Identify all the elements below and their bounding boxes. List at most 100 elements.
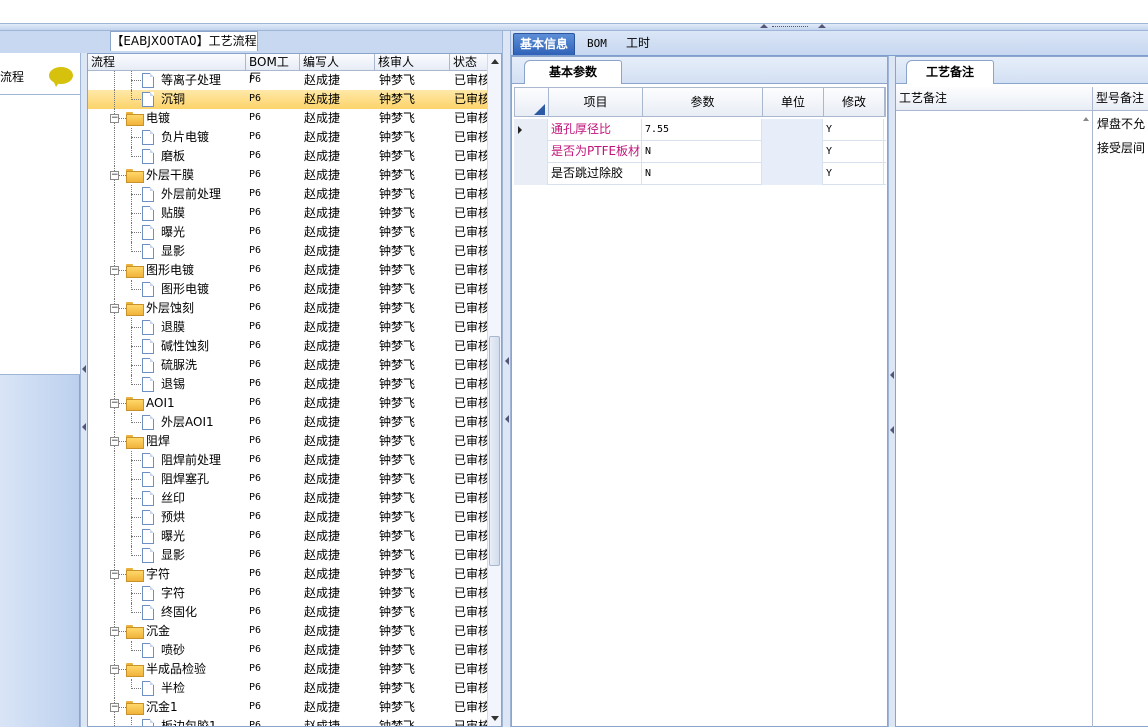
tree-row[interactable]: 字符 P6 赵成捷 钟梦飞 已审核	[88, 584, 488, 603]
tab-basic-info[interactable]: 基本信息	[513, 33, 576, 55]
tab-work-hours[interactable]: 工时	[620, 33, 656, 55]
collapse-toggle-icon[interactable]: −	[110, 627, 119, 636]
collapse-toggle-icon[interactable]: −	[110, 437, 119, 446]
tree-row[interactable]: 阻焊前处理 P6 赵成捷 钟梦飞 已审核	[88, 451, 488, 470]
param-modify-cell[interactable]: Y	[823, 163, 884, 185]
col-header-param[interactable]: 参数	[643, 88, 763, 117]
collapse-toggle-icon[interactable]: −	[110, 570, 119, 579]
tree-row[interactable]: 负片电镀 P6 赵成捷 钟梦飞 已审核	[88, 128, 488, 147]
collapse-left-icon[interactable]	[82, 423, 86, 431]
collapse-toggle-icon[interactable]: −	[110, 114, 119, 123]
col-header-status[interactable]: 状态	[450, 54, 488, 71]
collapse-toggle-icon[interactable]: −	[110, 703, 119, 712]
scroll-up-icon[interactable]	[491, 59, 499, 64]
col-header-process[interactable]: 流程	[88, 54, 246, 71]
param-item-cell[interactable]: 是否为PTFE板材	[548, 141, 642, 163]
tree-row[interactable]: − 沉金 P6 赵成捷 钟梦飞 已审核	[88, 622, 488, 641]
tree-row[interactable]: 显影 P6 赵成捷 钟梦飞 已审核	[88, 546, 488, 565]
param-value-cell[interactable]: N	[642, 163, 762, 185]
tree-row[interactable]: 退膜 P6 赵成捷 钟梦飞 已审核	[88, 318, 488, 337]
tree-row[interactable]: 预烘 P6 赵成捷 钟梦飞 已审核	[88, 508, 488, 527]
col-header-reviewer[interactable]: 核审人	[375, 54, 450, 71]
tree-row[interactable]: 曝光 P6 赵成捷 钟梦飞 已审核	[88, 223, 488, 242]
tree-row[interactable]: − 字符 P6 赵成捷 钟梦飞 已审核	[88, 565, 488, 584]
current-row-indicator-icon[interactable]	[514, 119, 548, 141]
scroll-up-icon[interactable]	[1083, 117, 1089, 121]
param-value-cell[interactable]: 7.55	[642, 119, 762, 141]
param-row[interactable]: 是否跳过除胶 N Y	[514, 163, 886, 185]
collapse-left-icon[interactable]	[505, 415, 509, 423]
collapse-toggle-icon[interactable]: −	[110, 399, 119, 408]
tree-row[interactable]: − 外层蚀刻 P6 赵成捷 钟梦飞 已审核	[88, 299, 488, 318]
collapse-toggle-icon[interactable]: −	[110, 665, 119, 674]
tree-row[interactable]: 终固化 P6 赵成捷 钟梦飞 已审核	[88, 603, 488, 622]
param-row[interactable]: 是否为PTFE板材 N Y	[514, 141, 886, 163]
param-modify-cell[interactable]: Y	[823, 141, 884, 163]
tree-row[interactable]: 显影 P6 赵成捷 钟梦飞 已审核	[88, 242, 488, 261]
nav-item-process[interactable]: 流程	[0, 53, 80, 95]
param-item-cell[interactable]: 通孔厚径比	[548, 119, 642, 141]
tree-row[interactable]: − 半成品检验 P6 赵成捷 钟梦飞 已审核	[88, 660, 488, 679]
scroll-down-icon[interactable]	[491, 716, 499, 721]
right-splitter[interactable]	[888, 56, 895, 727]
tab-process-remarks[interactable]: 工艺备注	[906, 60, 994, 84]
param-value-cell[interactable]: N	[642, 141, 762, 163]
tree-row[interactable]: 沉铜 P6 赵成捷 钟梦飞 已审核	[88, 90, 488, 109]
tree-row[interactable]: 曝光 P6 赵成捷 钟梦飞 已审核	[88, 527, 488, 546]
reviewer-cell: 钟梦飞	[379, 377, 416, 391]
col-header-item[interactable]: 项目	[549, 88, 643, 117]
col-header-modify[interactable]: 修改	[824, 88, 885, 117]
tree-row[interactable]: 等离子处理 P6 赵成捷 钟梦飞 已审核	[88, 71, 488, 90]
row-indicator[interactable]	[514, 163, 548, 185]
collapse-up-icon[interactable]	[818, 24, 826, 28]
tree-row[interactable]: − 外层干膜 P6 赵成捷 钟梦飞 已审核	[88, 166, 488, 185]
param-modify-cell[interactable]: Y	[823, 119, 884, 141]
tree-row[interactable]: 喷砂 P6 赵成捷 钟梦飞 已审核	[88, 641, 488, 660]
col-header-bom[interactable]: BOM工厂	[246, 54, 300, 85]
tree-row[interactable]: 图形电镀 P6 赵成捷 钟梦飞 已审核	[88, 280, 488, 299]
param-row[interactable]: 通孔厚径比 7.55 Y	[514, 119, 886, 141]
param-unit-cell[interactable]	[762, 163, 823, 185]
nav-splitter[interactable]	[80, 53, 87, 727]
collapse-toggle-icon[interactable]: −	[110, 171, 119, 180]
process-remark-field[interactable]	[896, 111, 1093, 727]
param-unit-cell[interactable]	[762, 141, 823, 163]
tree-row[interactable]: 硫脲洗 P6 赵成捷 钟梦飞 已审核	[88, 356, 488, 375]
scroll-thumb[interactable]	[489, 336, 500, 566]
tree-row[interactable]: 外层前处理 P6 赵成捷 钟梦飞 已审核	[88, 185, 488, 204]
tree-row[interactable]: 碱性蚀刻 P6 赵成捷 钟梦飞 已审核	[88, 337, 488, 356]
collapse-left-icon[interactable]	[890, 426, 894, 434]
tree-scrollbar[interactable]	[487, 54, 501, 726]
col-header-model-remark[interactable]: 型号备注	[1093, 87, 1148, 111]
param-unit-cell[interactable]	[762, 119, 823, 141]
middle-splitter[interactable]	[502, 31, 511, 727]
tab-bom[interactable]: BOM	[581, 33, 613, 55]
tree-row[interactable]: − AOI1 P6 赵成捷 钟梦飞 已审核	[88, 394, 488, 413]
tree-row[interactable]: 阻焊塞孔 P6 赵成捷 钟梦飞 已审核	[88, 470, 488, 489]
tree-row[interactable]: − 阻焊 P6 赵成捷 钟梦飞 已审核	[88, 432, 488, 451]
col-header-writer[interactable]: 编写人	[300, 54, 375, 71]
horizontal-splitter[interactable]	[0, 23, 1148, 31]
col-header-unit[interactable]: 单位	[763, 88, 824, 117]
tree-panel-tab[interactable]: 【EABJX00TA0】工艺流程	[110, 31, 258, 51]
tree-row[interactable]: − 沉金1 P6 赵成捷 钟梦飞 已审核	[88, 698, 488, 717]
collapse-left-icon[interactable]	[505, 357, 509, 365]
collapse-up-icon[interactable]	[760, 24, 768, 28]
tree-row[interactable]: 板边包胶1 P6 赵成捷 钟梦飞 已审核	[88, 717, 488, 726]
col-header-process-remark[interactable]: 工艺备注	[896, 87, 1093, 111]
row-indicator[interactable]	[514, 141, 548, 163]
collapse-left-icon[interactable]	[890, 371, 894, 379]
param-item-cell[interactable]: 是否跳过除胶	[548, 163, 642, 185]
tree-row[interactable]: 磨板 P6 赵成捷 钟梦飞 已审核	[88, 147, 488, 166]
tree-row[interactable]: − 图形电镀 P6 赵成捷 钟梦飞 已审核	[88, 261, 488, 280]
tree-row[interactable]: 半检 P6 赵成捷 钟梦飞 已审核	[88, 679, 488, 698]
collapse-toggle-icon[interactable]: −	[110, 304, 119, 313]
tab-basic-params[interactable]: 基本参数	[524, 60, 622, 84]
tree-row[interactable]: 外层AOI1 P6 赵成捷 钟梦飞 已审核	[88, 413, 488, 432]
tree-row[interactable]: 退锡 P6 赵成捷 钟梦飞 已审核	[88, 375, 488, 394]
tree-row[interactable]: 贴膜 P6 赵成捷 钟梦飞 已审核	[88, 204, 488, 223]
collapse-left-icon[interactable]	[82, 365, 86, 373]
collapse-toggle-icon[interactable]: −	[110, 266, 119, 275]
tree-row[interactable]: 丝印 P6 赵成捷 钟梦飞 已审核	[88, 489, 488, 508]
tree-row[interactable]: − 电镀 P6 赵成捷 钟梦飞 已审核	[88, 109, 488, 128]
